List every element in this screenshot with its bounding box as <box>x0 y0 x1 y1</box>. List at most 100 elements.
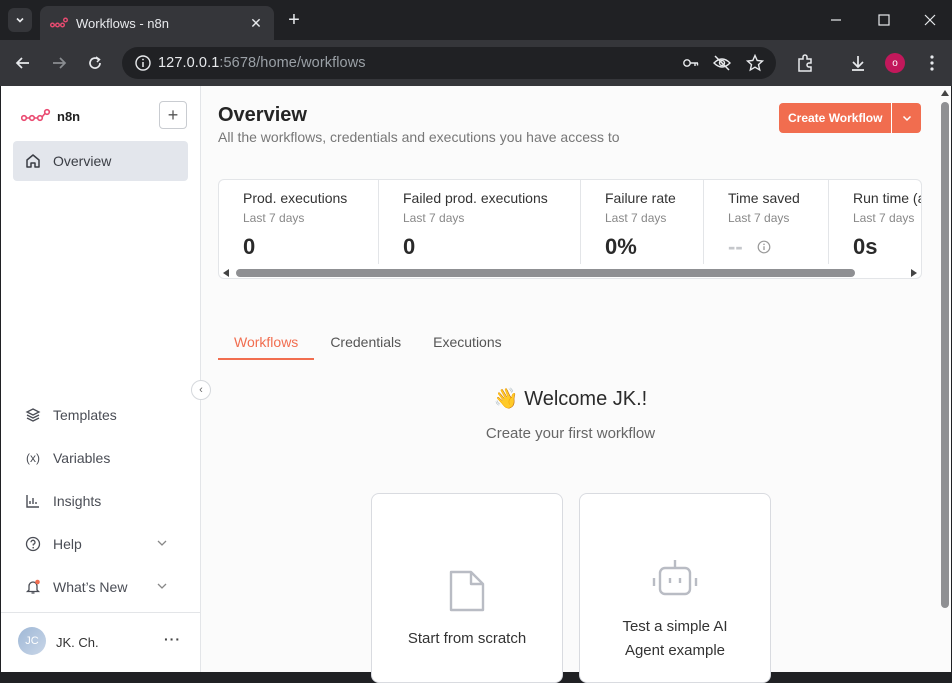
n8n-app: n8n + Overview Templates (x) Variables I… <box>1 86 951 683</box>
forward-button[interactable] <box>49 53 69 73</box>
create-workflow-group: Create Workflow <box>779 103 922 133</box>
tab-search-button[interactable] <box>8 8 32 32</box>
user-name: JK. Ch. <box>56 635 99 650</box>
create-workflow-button[interactable]: Create Workflow <box>779 103 892 133</box>
ai-agent-example-card[interactable]: Test a simple AI Agent example <box>579 493 771 683</box>
tab-credentials[interactable]: Credentials <box>314 334 417 360</box>
info-icon[interactable] <box>757 240 771 254</box>
stat-failed-executions[interactable]: Failed prod. executions Last 7 days 0 <box>379 180 581 264</box>
overview-tabs: Workflows Credentials Executions <box>218 334 518 360</box>
variables-icon: (x) <box>26 451 40 465</box>
minimize-button[interactable] <box>826 10 846 30</box>
star-icon[interactable] <box>746 54 764 72</box>
user-menu[interactable]: JC JK. Ch. ··· <box>1 612 201 672</box>
avatar: JC <box>18 627 46 655</box>
stat-value: 0 <box>403 234 416 259</box>
more-vertical-icon[interactable] <box>922 53 942 73</box>
user-menu-icon[interactable]: ··· <box>164 631 181 647</box>
home-icon <box>26 154 40 168</box>
sidebar-item-label: Help <box>53 536 82 552</box>
profile-avatar[interactable]: o <box>885 53 905 73</box>
stat-time-saved[interactable]: Time saved Last 7 days -- <box>704 180 829 264</box>
sidebar-item-overview[interactable]: Overview <box>13 141 188 181</box>
stat-value: 0s <box>853 234 878 259</box>
vertical-scrollbar[interactable] <box>939 86 951 672</box>
n8n-logo-icon <box>21 108 51 122</box>
card-label: Test a simple AI <box>622 618 728 635</box>
bell-icon <box>25 579 41 595</box>
n8n-logo[interactable]: n8n <box>21 108 80 124</box>
close-icon <box>924 14 936 26</box>
start-from-scratch-card[interactable]: Start from scratch <box>371 493 563 683</box>
main-content: Overview All the workflows, credentials … <box>202 86 939 683</box>
scroll-left-icon[interactable] <box>223 269 229 277</box>
close-window-button[interactable] <box>920 10 940 30</box>
scroll-right-icon[interactable] <box>911 269 917 277</box>
stat-value: 0 <box>243 234 256 259</box>
sidebar-item-label: Overview <box>53 153 112 169</box>
plus-icon: + <box>167 104 179 125</box>
reload-icon <box>89 56 101 69</box>
chevron-down-icon <box>16 17 24 23</box>
insights-summary: Prod. executions Last 7 days 0 Failed pr… <box>218 179 922 279</box>
page-subtitle: All the workflows, credentials and execu… <box>218 129 620 145</box>
scrollbar-thumb[interactable] <box>941 102 949 608</box>
logo-text: n8n <box>57 108 81 124</box>
scroll-up-icon[interactable] <box>941 90 949 96</box>
reload-button[interactable] <box>85 53 105 73</box>
stat-period: Last 7 days <box>728 211 790 225</box>
browser-tab[interactable]: Workflows - n8n ✕ <box>40 6 274 40</box>
sidebar-item-templates[interactable]: Templates <box>13 397 188 433</box>
templates-icon <box>25 407 41 423</box>
sidebar-item-insights[interactable]: Insights <box>13 483 188 519</box>
horizontal-scrollbar[interactable] <box>219 266 921 278</box>
card-label: Start from scratch <box>407 630 527 647</box>
new-tab-button[interactable]: + <box>284 10 304 30</box>
chevron-down-icon <box>157 583 167 589</box>
stat-title: Failed prod. executions <box>403 190 548 206</box>
insights-icon <box>25 493 41 509</box>
stat-period: Last 7 days <box>403 211 465 225</box>
stat-value: 0% <box>605 234 637 259</box>
key-icon[interactable] <box>682 54 700 72</box>
close-tab-icon[interactable]: ✕ <box>248 15 264 31</box>
sidebar-item-label: Insights <box>53 493 102 509</box>
site-info-icon[interactable] <box>134 54 152 72</box>
stat-title: Failure rate <box>605 190 676 206</box>
chevron-down-icon <box>157 540 167 546</box>
help-icon <box>25 536 41 552</box>
maximize-icon <box>878 14 890 26</box>
minimize-icon <box>831 19 841 21</box>
extensions-icon[interactable] <box>795 53 815 73</box>
page-title: Overview <box>218 104 307 126</box>
sidebar-item-variables[interactable]: (x) Variables <box>13 440 188 476</box>
tab-workflows[interactable]: Workflows <box>218 334 315 360</box>
tab-title: Workflows - n8n <box>76 15 169 31</box>
stat-title: Time saved <box>728 190 800 206</box>
stat-run-time[interactable]: Run time (a Last 7 days 0s <box>829 180 922 264</box>
download-icon[interactable] <box>848 53 868 73</box>
stat-prod-executions[interactable]: Prod. executions Last 7 days 0 <box>219 180 379 264</box>
scrollbar-thumb[interactable] <box>236 269 855 277</box>
stat-title: Run time (a <box>853 190 922 206</box>
address-bar[interactable]: 127.0.0.1:5678/home/workflows <box>122 47 776 79</box>
robot-icon <box>580 558 770 598</box>
create-workflow-dropdown[interactable] <box>891 103 922 133</box>
arrow-right-icon <box>53 57 67 69</box>
browser-tab-strip: Workflows - n8n ✕ + <box>0 0 952 40</box>
maximize-button[interactable] <box>874 10 894 30</box>
eye-off-icon[interactable] <box>713 54 731 72</box>
stat-period: Last 7 days <box>605 211 667 225</box>
sidebar-item-label: What’s New <box>53 579 128 595</box>
chevron-down-icon <box>902 115 911 122</box>
url-text: 127.0.0.1:5678/home/workflows <box>158 55 366 71</box>
sidebar-item-whats-new[interactable]: What’s New <box>13 569 188 605</box>
stat-failure-rate[interactable]: Failure rate Last 7 days 0% <box>581 180 704 264</box>
back-button[interactable] <box>13 53 33 73</box>
sidebar-item-label: Templates <box>53 407 117 423</box>
browser-toolbar: 127.0.0.1:5678/home/workflows o <box>0 40 952 86</box>
sidebar-item-help[interactable]: Help <box>13 526 188 562</box>
welcome-heading: 👋 Welcome JK.! <box>493 388 648 410</box>
tab-executions[interactable]: Executions <box>417 334 517 360</box>
add-button[interactable]: + <box>159 101 187 129</box>
